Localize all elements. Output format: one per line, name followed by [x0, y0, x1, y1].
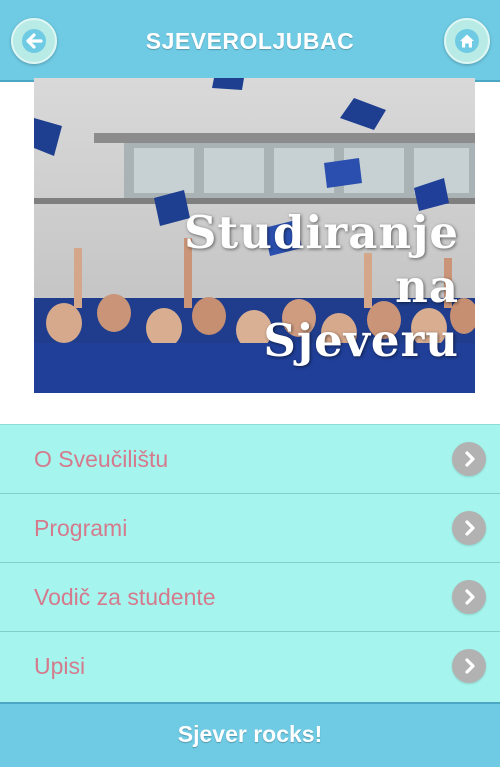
home-button[interactable] [444, 18, 490, 64]
chevron-right-icon [452, 580, 486, 614]
header-bar: SJEVEROLJUBAC [0, 0, 500, 82]
menu-item-label: O Sveučilištu [34, 446, 169, 472]
back-button[interactable] [11, 18, 57, 64]
menu-item-o-sveucilistu[interactable]: O Sveučilištu [0, 425, 500, 494]
menu-item-label: Programi [34, 515, 128, 541]
menu-item-programi[interactable]: Programi [0, 494, 500, 563]
menu-item-vodic-za-studente[interactable]: Vodič za studente [0, 563, 500, 632]
chevron-right-icon [452, 649, 486, 683]
hero-banner: Studiranje na Sjeveru [34, 78, 475, 393]
home-icon [455, 29, 479, 53]
footer-bar: Sjever rocks! [0, 702, 500, 767]
hero-headline-line: na [395, 260, 459, 313]
hero-headline: Studiranje na Sjeveru [184, 206, 459, 368]
hero-headline-line: Studiranje [183, 206, 459, 259]
chevron-right-icon [452, 511, 486, 545]
app-screen: SJEVEROLJUBAC Studiranje na Sjeveru O Sv… [0, 0, 500, 767]
menu-item-label: Upisi [34, 653, 86, 679]
menu-item-upisi[interactable]: Upisi [0, 632, 500, 701]
page-title: SJEVEROLJUBAC [145, 28, 355, 54]
hero-headline-line: Sjeveru [263, 314, 459, 367]
chevron-right-icon [452, 442, 486, 476]
menu-item-label: Vodič za studente [34, 584, 216, 610]
main-menu: O Sveučilištu Programi Vodič za studente… [0, 424, 500, 702]
back-arrow-icon [22, 29, 46, 53]
